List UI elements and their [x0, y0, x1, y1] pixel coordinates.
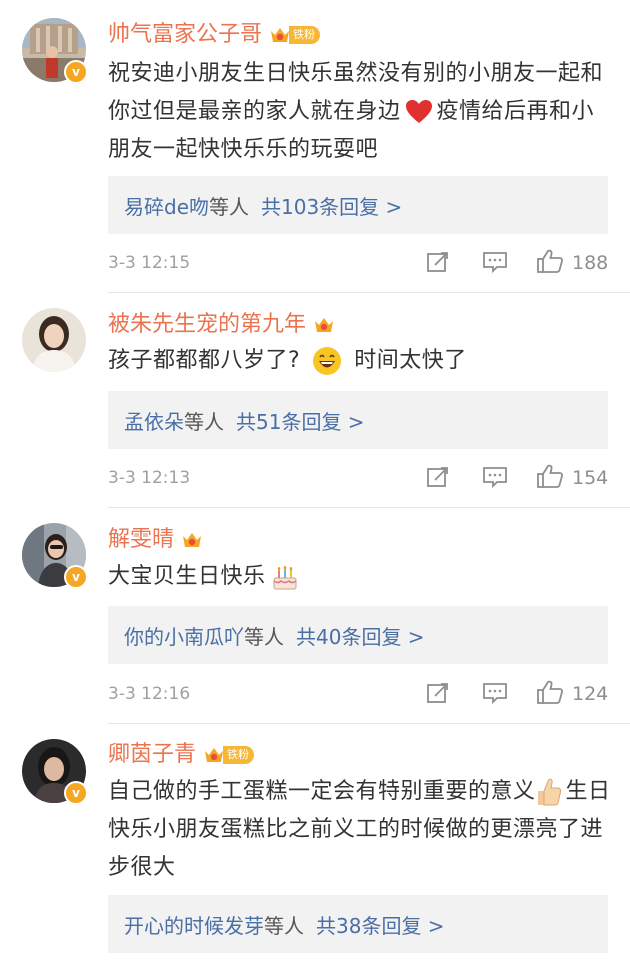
comment-text-part: 大宝贝生日快乐 [108, 564, 266, 589]
divider [108, 507, 630, 508]
fan-badge: 铁粉 [202, 743, 255, 767]
comment-text-part: 孩子都都都八岁了? [108, 348, 301, 373]
comment-icon[interactable] [482, 681, 508, 707]
reply-names[interactable]: 易碎de吻 [124, 191, 209, 220]
like-icon[interactable] [536, 679, 564, 709]
reply-count-link[interactable]: 共40条回复 > [296, 621, 425, 650]
verified-v-icon: v [64, 565, 88, 589]
comment-text: 孩子都都都八岁了? 时间太快了 [108, 342, 613, 380]
repost-icon[interactable] [426, 465, 450, 491]
fan-label: 铁粉 [223, 746, 255, 764]
username[interactable]: 被朱先生宠的第九年 [108, 310, 306, 340]
avatar[interactable] [22, 308, 86, 372]
reply-summary[interactable]: 你的小南瓜吖 等人 共40条回复 > [108, 606, 608, 664]
comment-text-part: 时间太快了 [354, 348, 467, 373]
verified-v-icon: v [64, 781, 88, 805]
reply-summary[interactable]: 孟依朵 等人 共51条回复 > [108, 391, 608, 449]
repost-icon[interactable] [426, 250, 450, 276]
reply-count-link[interactable]: 共51条回复 > [236, 406, 365, 435]
grinning-face-icon [312, 346, 342, 376]
comment-icon[interactable] [482, 465, 508, 491]
reply-etc: 等人 [184, 409, 224, 434]
fan-badge [312, 313, 336, 337]
comment-icon[interactable] [482, 250, 508, 276]
fan-badge: 铁粉 [268, 23, 321, 47]
like-count: 154 [572, 467, 609, 489]
reply-summary[interactable]: 易碎de吻 等人 共103条回复 > [108, 176, 608, 234]
comment-text-part: 自己做的手工蛋糕一定会有特别重要的意义 [108, 779, 536, 804]
username[interactable]: 帅气富家公子哥 [108, 20, 262, 50]
repost-icon[interactable] [426, 681, 450, 707]
divider [108, 723, 630, 724]
reply-etc: 等人 [264, 913, 304, 938]
reply-names[interactable]: 孟依朵 [124, 406, 184, 435]
timestamp: 3-3 12:13 [108, 468, 191, 488]
red-heart-icon [405, 99, 433, 125]
comment-text: 大宝贝生日快乐 [108, 558, 613, 596]
divider [108, 292, 630, 293]
fan-crown-icon [312, 314, 336, 336]
reply-summary[interactable]: 开心的时候发芽 等人 共38条回复 > [108, 895, 608, 953]
reply-count-link[interactable]: 共38条回复 > [316, 910, 445, 939]
like-button[interactable]: 124 [536, 679, 608, 709]
reply-etc: 等人 [244, 624, 284, 649]
comment-text: 祝安迪小朋友生日快乐虽然没有别的小朋友一起和你过但是最亲的家人就在身边 疫情给后再… [108, 55, 613, 169]
timestamp: 3-3 12:15 [108, 253, 191, 273]
like-count: 124 [572, 683, 609, 705]
like-icon[interactable] [536, 463, 564, 493]
like-button[interactable]: 154 [536, 463, 608, 493]
comment-text: 自己做的手工蛋糕一定会有特别重要的意义 生日快乐小朋友蛋糕比之前义工的时候做的更漂… [108, 773, 613, 887]
username[interactable]: 卿茵子青 [108, 740, 196, 770]
reply-count-link[interactable]: 共103条回复 > [261, 191, 402, 220]
like-button[interactable]: 188 [536, 248, 608, 278]
like-count: 188 [572, 252, 609, 274]
fan-crown-icon [180, 529, 204, 551]
timestamp: 3-3 12:16 [108, 684, 191, 704]
reply-names[interactable]: 你的小南瓜吖 [124, 621, 244, 650]
thumbs-up-icon [536, 777, 562, 807]
fan-badge [180, 528, 204, 552]
birthday-cake-icon [270, 562, 300, 592]
like-icon[interactable] [536, 248, 564, 278]
fan-label: 铁粉 [289, 26, 321, 44]
reply-names[interactable]: 开心的时候发芽 [124, 910, 264, 939]
reply-etc: 等人 [209, 194, 249, 219]
username[interactable]: 解雯晴 [108, 525, 174, 555]
verified-v-icon: v [64, 60, 88, 84]
